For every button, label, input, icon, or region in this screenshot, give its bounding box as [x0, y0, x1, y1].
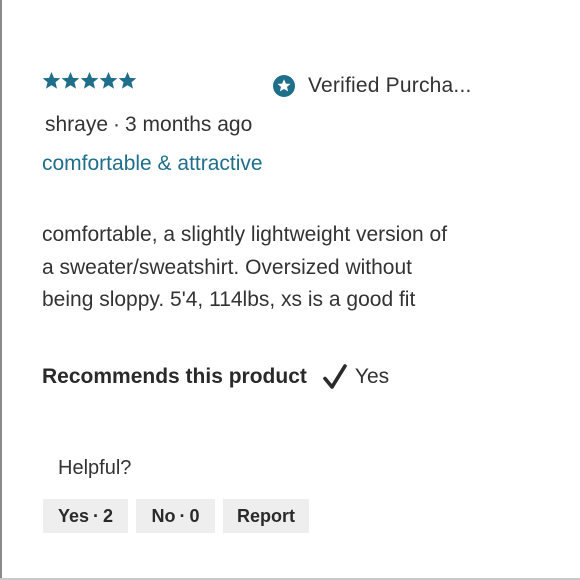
- star-badge-icon: [273, 75, 295, 97]
- yes-label: Yes: [57, 505, 90, 526]
- helpful-yes-button[interactable]: Yes · 2: [43, 499, 128, 533]
- star-icon: [80, 71, 99, 89]
- star-icon: [42, 71, 61, 89]
- verified-purchase-label: Verified Purcha...: [308, 74, 472, 97]
- no-separator: ·: [179, 505, 186, 526]
- review-body-line: comfortable, a slightly lightweight vers…: [42, 223, 448, 246]
- star-icon: [61, 71, 80, 89]
- no-count: 0: [189, 505, 200, 526]
- yes-separator: ·: [93, 505, 100, 526]
- review-title: comfortable & attractive: [42, 152, 263, 175]
- review-body-line: a sweater/sweatshirt. Oversized without: [42, 255, 412, 279]
- star-icon: [99, 71, 118, 89]
- recommends-value: Yes: [354, 365, 390, 388]
- meta-separator: ·: [113, 113, 121, 136]
- frame-left-border: [0, 0, 2, 580]
- helpful-label: Helpful?: [58, 457, 132, 479]
- review-body-line: being sloppy. 5'4, 114lbs, xs is a good …: [42, 288, 416, 311]
- report-label: Report: [237, 505, 295, 526]
- helpful-no-button[interactable]: No · 0: [136, 499, 215, 533]
- no-label: No: [151, 505, 176, 526]
- recommends-product: Recommends this product Yes: [42, 364, 389, 390]
- review-meta: shraye · 3 months ago: [45, 113, 252, 137]
- star-rating: [42, 71, 137, 90]
- review-body: comfortable, a slightly lightweight vers…: [42, 219, 512, 317]
- recommends-label: Recommends this product: [42, 365, 307, 388]
- check-icon: [323, 364, 347, 389]
- helpful-buttons: Yes · 2 No · 0 Report: [43, 499, 309, 533]
- verified-purchase-badge: Verified Purcha...: [273, 74, 472, 98]
- review-author: shraye: [45, 113, 109, 136]
- report-button[interactable]: Report: [223, 499, 309, 533]
- review-date: 3 months ago: [125, 113, 253, 136]
- yes-count: 2: [103, 505, 114, 526]
- star-icon: [118, 71, 137, 89]
